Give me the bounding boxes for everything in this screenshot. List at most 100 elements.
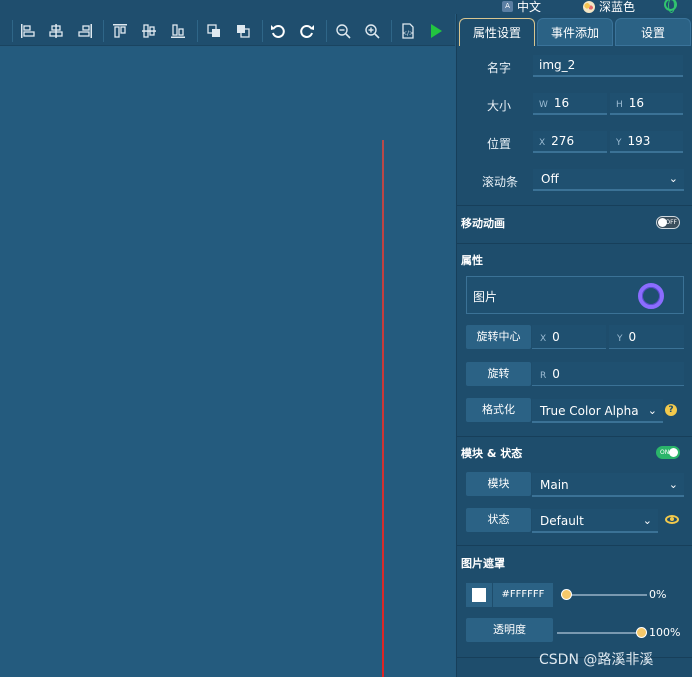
align-top-icon[interactable] [112,23,128,39]
image-preview-ring-icon [638,283,664,309]
toolbar-separator [262,20,263,42]
scrollbar-label: 滚动条 [482,175,519,189]
color-square [472,588,486,602]
chevron-down-icon: ⌄ [668,172,678,185]
mask-color-slider[interactable] [561,589,647,600]
pivot-y-prefix: Y [617,334,623,344]
toggle-text: OFF [665,219,677,226]
image-mask-title: 图片遮罩 [461,557,505,570]
format-value: True Color Alpha [540,404,639,418]
y-input[interactable]: Y 193 [610,131,683,153]
move-animation-toggle[interactable]: OFF [656,216,680,229]
opacity-value: 100% [649,626,681,639]
design-canvas[interactable] [0,47,455,677]
bring-forward-icon[interactable] [206,23,222,39]
opacity-label: 透明度 [466,618,553,642]
eye-icon[interactable] [665,515,679,524]
align-hcenter-icon[interactable] [48,23,64,39]
pivot-x-input[interactable]: X0 [532,325,606,349]
y-prefix: Y [616,138,622,148]
divider [457,205,692,206]
align-bottom-icon[interactable] [170,23,186,39]
x-value: 276 [551,134,575,148]
mask-color-swatch[interactable] [466,583,492,607]
state-select[interactable]: Default ⌄ [532,509,658,533]
align-vcenter-icon[interactable] [141,23,157,39]
y-value: 193 [627,134,651,148]
watermark: CSDN @路溪非溪 [539,652,654,668]
help-icon[interactable]: ? [665,404,677,416]
format-select[interactable]: True Color Alpha ⌄ [532,399,663,423]
name-value: img_2 [539,58,576,72]
mask-color-value: 0% [649,588,667,601]
divider [457,436,692,437]
toggle-knob [669,448,678,457]
mask-color-hex[interactable]: #FFFFFF [493,583,553,607]
align-left-icon[interactable] [20,23,36,39]
height-prefix: H [616,100,623,110]
translate-icon: A [502,1,513,12]
rotate-value: 0 [552,367,560,381]
svg-text:</>: </> [402,30,414,37]
scrollbar-value: Off [541,172,559,186]
zoom-out-icon[interactable] [335,23,351,39]
undo-icon[interactable] [270,23,286,39]
slider-thumb[interactable] [561,589,572,600]
palette-icon [583,0,595,13]
toolbar: </> [0,14,455,46]
toggle-text: ON [660,449,670,456]
height-input[interactable]: H 16 [610,93,683,115]
theme-label: 深蓝色 [599,0,636,14]
pivot-y-value: 0 [628,330,637,344]
size-label: 大小 [487,99,512,113]
image-label: 图片 [473,290,498,304]
divider [457,243,692,244]
globe-button[interactable] [664,0,677,13]
width-input[interactable]: W 16 [533,93,607,115]
toolbar-separator [197,20,198,42]
top-bar: A 中文 深蓝色 [0,0,692,14]
properties-panel: 属性设置 事件添加 设置 名字 img_2 大小 W 16 H 16 位置 X 276… [456,14,692,677]
pivot-x-value: 0 [552,330,560,344]
module-label: 模块 [466,472,531,496]
state-value: Default [540,514,584,528]
tab-properties[interactable]: 属性设置 [459,18,535,46]
chevron-down-icon: ⌄ [668,478,678,491]
tab-settings[interactable]: 设置 [615,18,691,46]
width-value: 16 [553,96,570,110]
x-input[interactable]: X 276 [533,131,607,153]
height-value: 16 [628,96,645,110]
run-icon[interactable] [428,23,444,39]
scrollbar-select[interactable]: Off ⌄ [533,169,684,191]
image-picker[interactable]: 图片 [466,276,684,314]
zoom-in-icon[interactable] [364,23,380,39]
opacity-slider[interactable] [557,627,647,638]
pivot-label: 旋转中心 [466,325,531,349]
module-value: Main [540,478,569,492]
divider [457,545,692,546]
rotate-prefix: R [540,371,547,381]
move-animation-title: 移动动画 [461,217,505,230]
name-input[interactable]: img_2 [533,55,683,77]
state-label: 状态 [466,508,531,532]
x-prefix: X [539,138,546,148]
pivot-y-input[interactable]: Y0 [609,325,684,349]
chevron-down-icon: ⌄ [647,404,657,417]
rotate-input[interactable]: R0 [532,362,684,386]
attributes-title: 属性 [461,254,483,267]
align-right-icon[interactable] [77,23,93,39]
language-switch[interactable]: A 中文 [502,0,541,15]
theme-switch[interactable]: 深蓝色 [583,0,635,15]
send-backward-icon[interactable] [235,23,251,39]
redo-icon[interactable] [299,23,315,39]
export-code-icon[interactable]: </> [400,23,416,39]
rotate-label: 旋转 [466,362,531,386]
toolbar-separator [12,20,13,42]
position-label: 位置 [487,137,512,151]
tab-events[interactable]: 事件添加 [537,18,613,46]
module-state-toggle[interactable]: ON [656,446,680,459]
slider-thumb[interactable] [636,627,647,638]
module-select[interactable]: Main ⌄ [532,473,684,497]
module-state-title: 模块 & 状态 [461,447,523,460]
format-label: 格式化 [466,398,531,422]
